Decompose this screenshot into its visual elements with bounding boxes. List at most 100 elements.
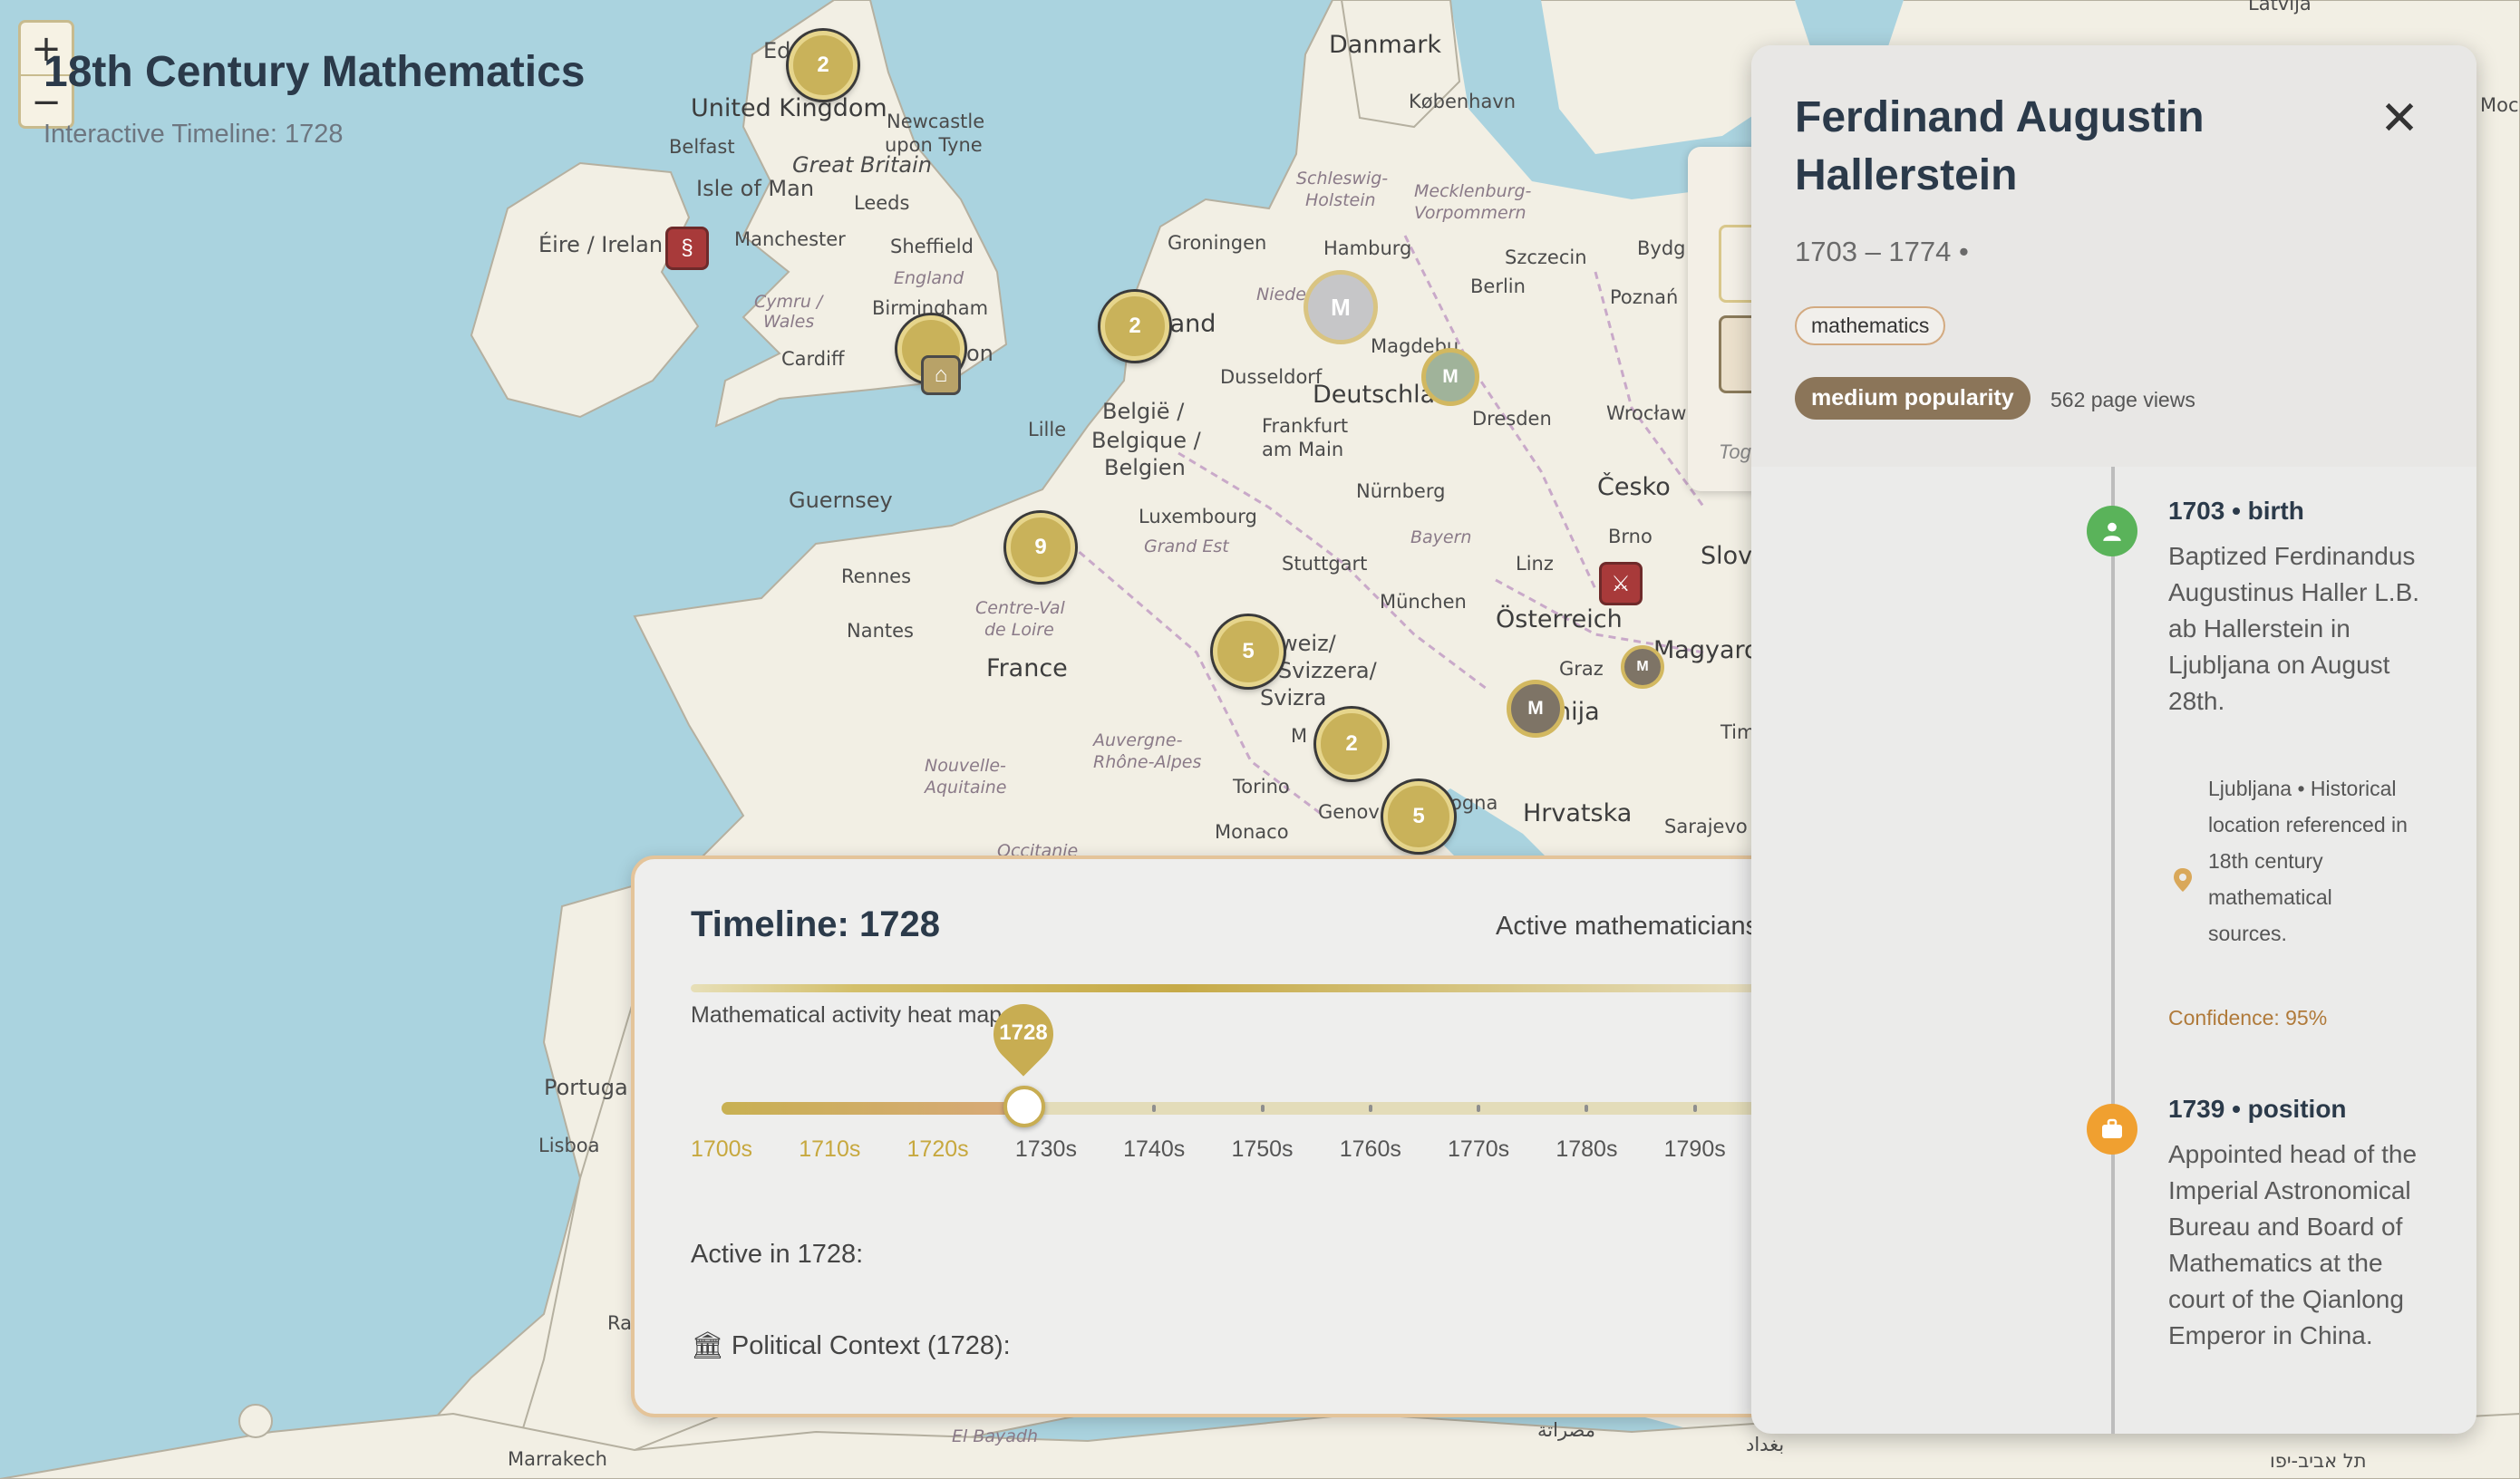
map-label: Rennes xyxy=(841,566,912,587)
event-timeline-line xyxy=(2111,467,2115,1434)
popularity-badge: medium popularity xyxy=(1795,377,2031,420)
decade-label[interactable]: 1780s xyxy=(1532,1136,1641,1163)
map-label: مصراتة xyxy=(1537,1419,1595,1441)
lifespan: 1703 – 1774 • xyxy=(1795,236,1969,267)
map-label: Luxembourg xyxy=(1139,506,1257,527)
location-pin-icon xyxy=(2172,866,2194,898)
page-views: 562 page views xyxy=(2050,388,2195,411)
timeline-title: Timeline: 1728 xyxy=(691,904,940,944)
map-label: Brno xyxy=(1608,526,1653,547)
decade-label[interactable]: 1750s xyxy=(1208,1136,1317,1163)
map-label: Sheffield xyxy=(890,236,974,257)
map-label: Linz xyxy=(1516,553,1554,575)
year-slider-fill xyxy=(722,1102,1024,1115)
mathematician-name: Ferdinand Augustin Hallerstein xyxy=(1795,93,2205,199)
mathematician-marker[interactable]: M xyxy=(1421,348,1479,406)
field-tag[interactable]: mathematics xyxy=(1795,306,1946,345)
cluster-marker[interactable]: 2 xyxy=(1100,292,1169,361)
map-label: Wales xyxy=(763,312,815,332)
map-label: Newcastle xyxy=(887,111,985,132)
map-label: Berlin xyxy=(1470,276,1526,297)
map-label: Dusseldorf xyxy=(1220,366,1323,388)
mathematician-marker[interactable]: M xyxy=(1621,645,1664,689)
mathematician-marker[interactable]: M xyxy=(1304,270,1378,344)
map-label: Nouvelle- xyxy=(925,756,1006,776)
decade-label[interactable]: 1700s xyxy=(667,1136,776,1163)
map-label: United Kingdom xyxy=(691,94,887,122)
activity-heat-map xyxy=(691,984,1779,992)
event-description: Appointed head of the Imperial Astronomi… xyxy=(2168,1140,2418,1349)
map-label: Latvija xyxy=(2248,0,2312,14)
map-label: Rhône-Alpes xyxy=(1093,752,1202,772)
map-label: Tim xyxy=(1720,721,1756,743)
cluster-marker[interactable]: 2 xyxy=(1316,709,1387,779)
decade-label[interactable]: 1770s xyxy=(1424,1136,1533,1163)
map-label: Genov xyxy=(1318,801,1380,823)
close-icon: ✕ xyxy=(2379,92,2419,146)
cluster-marker[interactable]: 9 xyxy=(1006,513,1075,582)
mathematician-marker[interactable]: M xyxy=(1507,680,1565,738)
decade-tick xyxy=(1585,1105,1589,1112)
decade-tick xyxy=(1368,1105,1372,1112)
map-label: Centre-Val xyxy=(975,598,1065,618)
map-label: بغداد xyxy=(1746,1434,1785,1455)
decade-label[interactable]: 1720s xyxy=(884,1136,993,1163)
map-label: Grand Est xyxy=(1144,536,1229,556)
detail-header: Ferdinand Augustin Hallerstein ✕ 1703 – … xyxy=(1751,45,2476,467)
event-marker[interactable]: ⌂ xyxy=(921,355,961,395)
map-label: England xyxy=(894,268,964,288)
building-icon: ⌂ xyxy=(934,362,948,387)
decade-tick xyxy=(1692,1105,1697,1112)
decade-label[interactable]: 1760s xyxy=(1316,1136,1425,1163)
decade-label[interactable]: 1790s xyxy=(1641,1136,1749,1163)
map-label: Aquitaine xyxy=(925,778,1007,798)
map-label: on xyxy=(966,341,993,366)
map-label: Cardiff xyxy=(781,348,845,370)
decade-label[interactable]: 1730s xyxy=(992,1136,1100,1163)
map-label: København xyxy=(1409,91,1517,112)
event-marker[interactable]: ⚔ xyxy=(1599,562,1643,605)
map-label: Bayern xyxy=(1410,527,1472,547)
map-label: München xyxy=(1380,591,1467,613)
map-label: תל אביב-יפו xyxy=(2270,1450,2367,1472)
map-label: Niede xyxy=(1256,285,1306,304)
map-label: Lisboa xyxy=(538,1135,600,1156)
map-label: de Loire xyxy=(984,620,1054,640)
heat-map-label: Mathematical activity heat map xyxy=(691,1002,1003,1028)
timeline-panel: Timeline: 1728 Active mathematicians Mat… xyxy=(631,856,1809,1417)
year-slider-thumb[interactable] xyxy=(1003,1086,1045,1127)
map-label: Bydg xyxy=(1637,237,1686,259)
close-button[interactable]: ✕ xyxy=(2377,95,2422,142)
map-label: Москв xyxy=(2480,94,2520,116)
cluster-marker[interactable]: 2 xyxy=(789,31,858,100)
event-marker[interactable]: § xyxy=(665,227,709,270)
event-location: Ljubljana • Historical location referenc… xyxy=(2208,777,2408,945)
decade-label[interactable]: 1710s xyxy=(775,1136,884,1163)
mathematician-detail-panel: Ferdinand Augustin Hallerstein ✕ 1703 – … xyxy=(1751,45,2476,1434)
decade-label[interactable]: 1740s xyxy=(1100,1136,1208,1163)
map-label: am Main xyxy=(1262,439,1344,460)
decade-tick xyxy=(1477,1105,1481,1112)
briefcase-icon xyxy=(2087,1104,2137,1155)
map-label: weiz/ xyxy=(1280,631,1336,656)
map-label: Poznań xyxy=(1610,286,1679,308)
map-label: Graz xyxy=(1559,658,1604,680)
cluster-marker[interactable]: 5 xyxy=(1383,781,1454,852)
active-in-year-label: Active in 1728: xyxy=(691,1240,864,1269)
map-label: Éire / Irelan xyxy=(538,232,664,257)
map-label: Auvergne- xyxy=(1093,730,1183,750)
toggle-label: Tog xyxy=(1719,440,1751,463)
map-label: Österreich xyxy=(1496,605,1623,633)
event-title: 1739 • position xyxy=(2168,1095,2347,1123)
cluster-marker[interactable]: 5 xyxy=(1213,616,1284,687)
map-label: Schleswig- xyxy=(1296,169,1389,188)
map-label: Groningen xyxy=(1168,232,1267,254)
map-label: Isle of Man xyxy=(696,176,815,201)
map-label: Magyaro xyxy=(1653,636,1759,664)
map-label: Deutschla xyxy=(1313,381,1436,409)
map-label: Manchester xyxy=(734,228,846,250)
app-title: 18th Century Mathematics xyxy=(44,48,586,96)
swords-icon: ⚔ xyxy=(1611,571,1631,596)
map-label: Svizra xyxy=(1260,685,1327,710)
map-label: Belfast xyxy=(669,136,735,158)
